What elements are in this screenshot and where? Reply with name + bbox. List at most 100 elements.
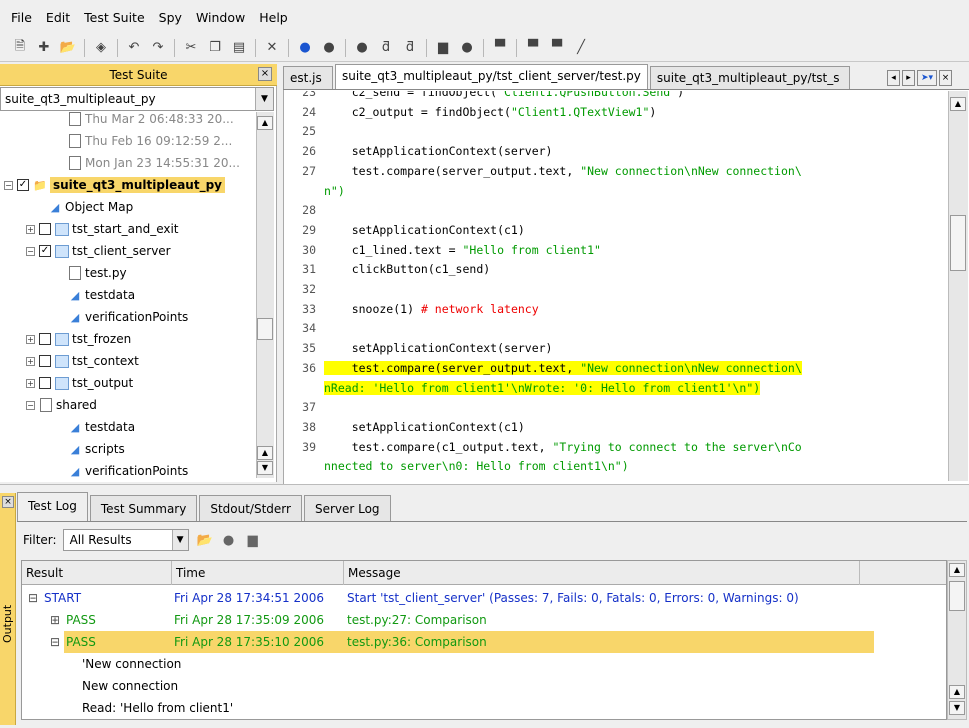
scroll-down-icon[interactable]: ▼ (257, 461, 273, 475)
table-row[interactable]: ⊟ PASS Fri Apr 28 17:35:10 2006 test.py:36:… (22, 631, 946, 653)
code-editor[interactable]: 23 c2_send = findObject("Client1.QPushBu… (284, 91, 948, 481)
settings-icon[interactable]: ◈ (93, 40, 109, 56)
tree-item[interactable]: + tst_frozen (26, 328, 131, 350)
log-scrollbar[interactable]: ▲ ▲ ▼ (947, 560, 967, 720)
pick-icon[interactable]: ● (459, 40, 475, 56)
close-icon[interactable]: × (939, 70, 952, 86)
tree-item[interactable]: ◢ verificationPoints (68, 306, 189, 328)
tree-item[interactable]: − ✓ tst_client_server (26, 240, 171, 262)
tree-item[interactable]: ◢ scripts (68, 438, 125, 460)
output-dock-tab[interactable]: Output (0, 493, 16, 725)
clear-icon[interactable]: ● (221, 532, 237, 548)
scroll-up-icon[interactable]: ▲ (257, 116, 273, 130)
tree-item[interactable]: + tst_output (26, 372, 133, 394)
tab-overflow[interactable]: suite_qt3_multipleaut_py/tst_s (649, 66, 850, 89)
scroll-up-icon[interactable]: ▲ (257, 446, 273, 460)
collapse-icon[interactable]: − (26, 246, 35, 256)
tree-item[interactable]: ◢ verificationPoints (68, 460, 189, 478)
scroll-thumb[interactable] (949, 581, 965, 611)
step-into-icon[interactable]: ƌ (378, 40, 394, 56)
menu-item-spy[interactable]: Spy (159, 10, 182, 25)
tab-est-js[interactable]: est.js (283, 66, 333, 89)
collapse-icon[interactable]: ⊟ (28, 587, 38, 609)
spy-icon[interactable]: ▆ (435, 40, 451, 56)
menu-item-help[interactable]: Help (259, 10, 288, 25)
scroll-up-icon[interactable]: ▲ (949, 563, 965, 577)
tab-server-log[interactable]: Server Log (303, 495, 391, 521)
open-folder-icon[interactable]: 📂 (196, 532, 212, 548)
tree-item[interactable]: + tst_start_and_exit (26, 218, 179, 240)
column-header-time[interactable]: Time (172, 561, 344, 585)
menu-item-test-suite[interactable]: Test Suite (84, 10, 145, 25)
table-row[interactable]: Read: 'Hello from client1' (22, 697, 946, 719)
expand-icon[interactable]: + (26, 378, 35, 388)
chevron-down-icon[interactable]: ▼ (171, 530, 188, 550)
table-row[interactable]: ⊟ START Fri Apr 28 17:34:51 2006 Start 'tst… (22, 587, 946, 609)
pen-icon[interactable]: ╱ (573, 40, 589, 56)
table-row[interactable]: ⊞ PASS Fri Apr 28 17:35:09 2006 test.py:27:… (22, 609, 946, 631)
menu-item-window[interactable]: Window (196, 10, 245, 25)
splitter-handle[interactable] (0, 484, 969, 492)
step-over-icon[interactable]: ƌ (402, 40, 418, 56)
checkbox[interactable] (39, 377, 51, 389)
new-test-icon[interactable]: ✚ (36, 40, 52, 56)
scroll-thumb[interactable] (950, 215, 966, 271)
collapse-icon[interactable]: ⊟ (50, 631, 60, 653)
tab-test-py[interactable]: suite_qt3_multipleaut_py/tst_client_serv… (335, 64, 648, 89)
column-header-result[interactable]: Result (22, 561, 172, 585)
chevron-down-icon[interactable]: ▼ (255, 88, 273, 110)
verify-icon[interactable]: ▀ (492, 40, 508, 56)
checkbox[interactable] (39, 333, 51, 345)
menu-item-file[interactable]: File (11, 10, 32, 25)
open-folder-icon[interactable]: 📂 (60, 40, 76, 56)
tree-item[interactable]: ◢ testdata (68, 284, 135, 306)
tree-item[interactable]: + tst_context (26, 350, 139, 372)
expand-icon[interactable]: ⊞ (50, 609, 60, 631)
copy-icon[interactable]: ❐ (207, 40, 223, 56)
checkbox-checked[interactable]: ✓ (17, 179, 29, 191)
run-icon[interactable]: ● (297, 40, 313, 56)
tab-test-summary[interactable]: Test Summary (89, 495, 198, 521)
collapse-icon[interactable]: − (26, 400, 35, 410)
cut-icon[interactable]: ✂ (183, 40, 199, 56)
record-icon[interactable]: ● (321, 40, 337, 56)
tree-item[interactable]: − ✓ 📁 suite_qt3_multipleaut_py (4, 174, 225, 196)
close-icon[interactable]: × (258, 67, 272, 81)
vp-icon[interactable]: ▀ (525, 40, 541, 56)
scroll-up-icon[interactable]: ▲ (949, 685, 965, 699)
tree-item[interactable]: test.py (68, 262, 127, 284)
scroll-thumb[interactable] (257, 318, 273, 340)
tree-item[interactable]: − shared (26, 394, 97, 416)
filter-select[interactable]: All Results ▼ (62, 529, 189, 551)
stop-icon[interactable]: ● (354, 40, 370, 56)
tree-item[interactable]: ◢ testdata (68, 416, 135, 438)
close-icon[interactable]: × (2, 496, 14, 508)
table-row[interactable]: 'New connection (22, 653, 946, 675)
undo-icon[interactable]: ↶ (126, 40, 142, 56)
tree-item[interactable]: Thu Mar 2 06:48:33 20... (68, 112, 234, 130)
tab-menu-icon[interactable]: ➤▾ (917, 70, 937, 86)
tree-scrollbar[interactable]: ▲ ▲ ▼ (256, 112, 274, 478)
expand-icon[interactable]: + (26, 356, 35, 366)
expand-icon[interactable]: + (26, 224, 35, 234)
suite-select[interactable]: suite_qt3_multipleaut_py ▼ (0, 87, 274, 111)
checkbox-checked[interactable]: ✓ (39, 245, 51, 257)
tree-item[interactable]: ◢ Object Map (48, 196, 133, 218)
editor-scrollbar[interactable]: ▲ (948, 91, 968, 481)
export-icon[interactable]: ▆ (245, 532, 261, 548)
checkbox[interactable] (39, 223, 51, 235)
checkbox[interactable] (39, 355, 51, 367)
collapse-icon[interactable]: − (4, 180, 13, 190)
new-suite-icon[interactable]: 🗎 (12, 39, 28, 56)
column-header-message[interactable]: Message (344, 561, 860, 585)
tab-test-log[interactable]: Test Log (17, 492, 88, 521)
scroll-down-icon[interactable]: ▼ (949, 701, 965, 715)
tree-item[interactable]: Thu Feb 16 09:12:59 2... (68, 130, 232, 152)
redo-icon[interactable]: ↷ (150, 40, 166, 56)
tools-icon[interactable]: ✕ (264, 40, 280, 56)
tab-right-icon[interactable]: ▸ (902, 70, 915, 86)
paste-icon[interactable]: ▤ (231, 40, 247, 56)
table-row[interactable]: New connection (22, 675, 946, 697)
tree-item[interactable]: Mon Jan 23 14:55:31 20... (68, 152, 240, 174)
vp-table-icon[interactable]: ▀ (549, 40, 565, 56)
